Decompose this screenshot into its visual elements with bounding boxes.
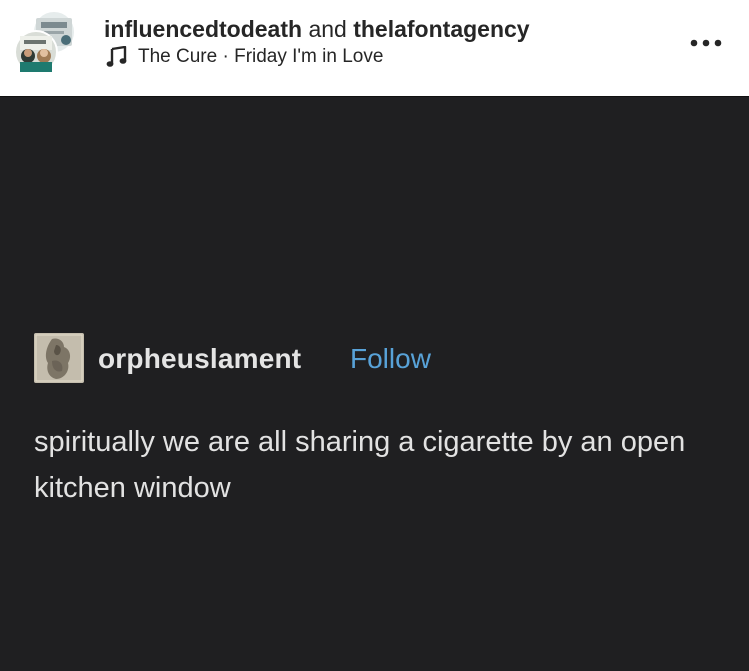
author-secondary-link[interactable]: thelafontagency — [353, 16, 529, 42]
tumblr-avatar — [34, 333, 84, 383]
music-track-label: The Cure · Friday I'm in Love — [138, 46, 384, 67]
author-primary-link[interactable]: influencedtodeath — [104, 16, 302, 42]
post-authors: influencedtodeath and thelafontagency — [104, 15, 530, 43]
post-image[interactable]: orpheuslament Follow spiritually we are … — [0, 96, 749, 671]
tumblr-username: orpheuslament — [98, 343, 302, 374]
music-attribution[interactable]: The Cure · Friday I'm in Love — [104, 45, 530, 69]
tumblr-follow-label: Follow — [350, 343, 431, 374]
author-conjunction: and — [308, 16, 347, 42]
more-options-icon — [690, 39, 722, 47]
post-header: influencedtodeath and thelafontagency Th… — [0, 0, 749, 96]
profile-avatar[interactable] — [14, 10, 78, 74]
tumblr-post-text: spiritually we are all sharing a cigaret… — [34, 426, 686, 504]
post-header-text: influencedtodeath and thelafontagency Th… — [104, 15, 530, 69]
more-options-button[interactable] — [689, 36, 723, 50]
music-note-icon — [106, 46, 127, 67]
